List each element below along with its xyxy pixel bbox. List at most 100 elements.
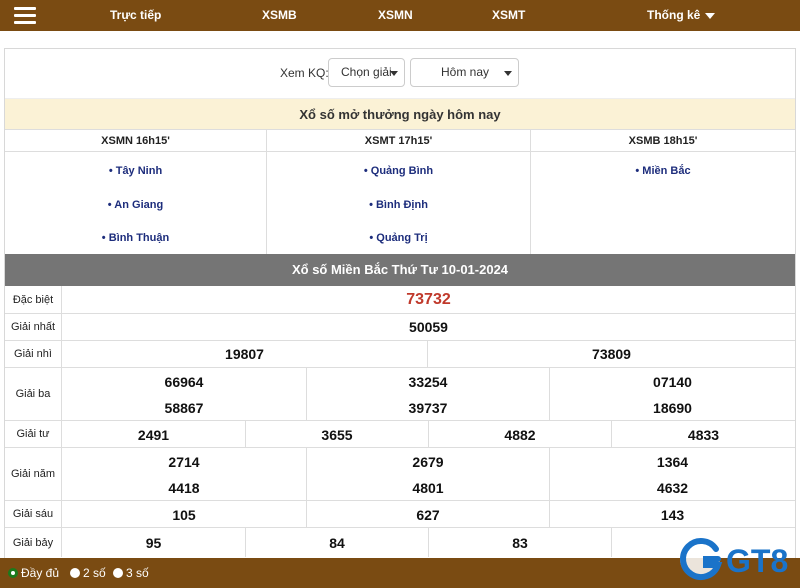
result-number: 4833 [687, 427, 720, 443]
prize-label: Giải năm [5, 448, 62, 500]
result-number: 105 [172, 507, 196, 523]
result-number: 19807 [225, 346, 264, 362]
result-number: 3655 [321, 427, 353, 443]
date-select-value: Hôm nay [441, 65, 490, 79]
result-cell: 73732 [62, 286, 795, 313]
result-cell: 84 [246, 528, 429, 557]
nav-thong-ke[interactable]: Thống kê [647, 0, 716, 31]
result-cell: 07140 18690 [550, 368, 795, 420]
result-number: 4801 [412, 480, 444, 496]
region-link-binh-dinh[interactable]: • Bình Định [267, 199, 530, 211]
result-number: 33254 [408, 374, 448, 390]
region-xsmn: XSMN 16h15' • Tây Ninh • An Giang • Bình… [5, 130, 267, 254]
filter-bar: Xem KQ: Chọn giải Hôm nay [5, 49, 795, 98]
filter-label: Xem KQ: [280, 66, 329, 80]
result-cell: 50059 [62, 314, 795, 340]
prize-label: Giải tư [5, 421, 62, 447]
result-cell: 1364 4632 [550, 448, 795, 500]
option-label: 2 số [83, 566, 106, 580]
region-header: XSMB 18h15' [531, 130, 795, 152]
prize-row-giai-nam: Giải năm 2714 4418 2679 4801 1364 4632 [5, 448, 795, 501]
chevron-down-icon [390, 71, 398, 76]
result-number: 627 [416, 507, 440, 523]
gt8-logo: GT8 [680, 538, 788, 580]
result-number: 39737 [408, 400, 448, 416]
result-cell: 4882 [429, 421, 612, 447]
prize-row-giai-nhat: Giải nhất 50059 [5, 314, 795, 341]
option-2-so[interactable]: 2 số [70, 566, 106, 580]
result-number: 66964 [164, 374, 204, 390]
prize-row-giai-sau: Giải sáu 105 627 143 [5, 501, 795, 528]
result-cell: 95 [62, 528, 246, 557]
nav-truc-tiep[interactable]: Trực tiếp [110, 0, 161, 31]
result-cell: 4833 [612, 421, 795, 447]
chevron-down-icon [504, 71, 512, 76]
radio-icon [113, 568, 123, 578]
prize-label: Giải sáu [5, 501, 62, 527]
results-title: Xổ số Miền Bắc Thứ Tư 10-01-2024 [5, 254, 795, 286]
option-3-so[interactable]: 3 số [113, 566, 149, 580]
regions-grid: XSMN 16h15' • Tây Ninh • An Giang • Bình… [5, 129, 795, 254]
region-link-tay-ninh[interactable]: • Tây Ninh [5, 165, 266, 177]
result-cell: 73809 [428, 341, 795, 367]
result-cell: 33254 39737 [307, 368, 550, 420]
region-link-binh-thuan[interactable]: • Bình Thuận [5, 232, 266, 244]
region-header: XSMT 17h15' [267, 130, 530, 152]
prize-label: Giải ba [5, 368, 62, 420]
region-link-quang-tri[interactable]: • Quảng Trị [267, 232, 530, 244]
nav-xsmt[interactable]: XSMT [492, 0, 525, 31]
date-select[interactable]: Hôm nay [410, 58, 519, 87]
result-cell: 105 [62, 501, 307, 527]
region-link-mien-bac[interactable]: • Miền Bắc [531, 165, 795, 177]
radio-selected-icon [8, 568, 18, 578]
top-navigation: Trực tiếp XSMB XSMN XSMT Thống kê [0, 0, 800, 31]
result-number: 1364 [656, 454, 689, 470]
logo-text: GT8 [726, 543, 788, 579]
region-header: XSMN 16h15' [5, 130, 266, 152]
option-day-du[interactable]: Đầy đủ [8, 566, 59, 580]
prize-label: Giải nhất [5, 314, 62, 340]
result-number: 4632 [656, 480, 689, 496]
region-link-quang-binh[interactable]: • Quảng Bình [267, 165, 530, 177]
result-number: 07140 [653, 374, 692, 390]
result-cell: 143 [550, 501, 795, 527]
result-cell: 83 [429, 528, 612, 557]
result-number: 4882 [504, 427, 536, 443]
prize-row-giai-ba: Giải ba 66964 58867 33254 39737 07140 18… [5, 368, 795, 421]
prize-label: Giải bảy [5, 528, 62, 557]
nav-xsmb[interactable]: XSMB [262, 0, 297, 31]
nav-xsmn[interactable]: XSMN [378, 0, 413, 31]
result-cell: 19807 [62, 341, 428, 367]
prize-row-giai-tu: Giải tư 2491 3655 4882 4833 [5, 421, 795, 448]
prize-label: Giải nhì [5, 341, 62, 367]
result-cell: 2491 [62, 421, 246, 447]
prize-row-giai-nhi: Giải nhì 19807 73809 [5, 341, 795, 368]
region-xsmb: XSMB 18h15' • Miền Bắc [531, 130, 795, 254]
prize-select-value: Chọn giải [341, 65, 392, 79]
result-number: 84 [329, 535, 345, 551]
result-cell: 3655 [246, 421, 429, 447]
result-number: 58867 [164, 400, 204, 416]
prize-row-dac-biet: Đặc biệt 73732 [5, 286, 795, 314]
prize-select[interactable]: Chọn giải [328, 58, 405, 87]
region-link-an-giang[interactable]: • An Giang [5, 199, 266, 211]
hamburger-menu-icon[interactable] [14, 7, 36, 24]
result-number: 83 [512, 535, 528, 551]
prize-label: Đặc biệt [5, 286, 62, 313]
nav-thong-ke-label: Thống kê [647, 8, 701, 22]
special-number: 73732 [406, 291, 451, 308]
result-number: 143 [660, 507, 685, 523]
result-number: 2714 [168, 454, 200, 470]
option-label: 3 số [126, 566, 149, 580]
radio-icon [70, 568, 80, 578]
result-number: 50059 [409, 319, 448, 335]
result-number: 95 [145, 535, 162, 551]
result-cell: 627 [307, 501, 550, 527]
chevron-down-icon [705, 12, 716, 19]
result-number: 2679 [412, 454, 444, 470]
result-cell: 2714 4418 [62, 448, 307, 500]
result-cell: 66964 58867 [62, 368, 307, 420]
result-number: 18690 [653, 400, 692, 416]
option-label: Đầy đủ [21, 566, 60, 580]
today-banner: Xổ số mở thưởng ngày hôm nay [5, 98, 795, 129]
